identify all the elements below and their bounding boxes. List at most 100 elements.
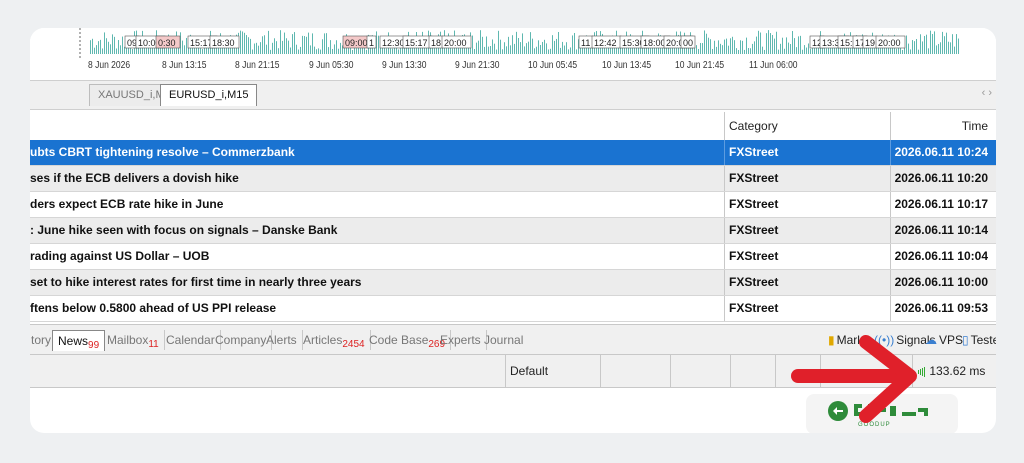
volume-bar: [278, 48, 279, 54]
volume-bar: [506, 46, 507, 54]
volume-bar: [232, 47, 233, 54]
tab-mailbox[interactable]: Mailbox11: [102, 330, 165, 350]
session-marker-label: 12:30: [382, 38, 405, 48]
volume-bar: [714, 40, 715, 54]
volume-bar: [252, 49, 253, 54]
tab-label: Mailbox: [107, 333, 149, 347]
volume-bar: [270, 49, 271, 54]
volume-bar: [486, 36, 487, 54]
volume-bar: [942, 31, 943, 54]
volume-bar: [540, 44, 541, 54]
volume-bar: [90, 40, 91, 54]
tab-label: Journal: [484, 333, 524, 347]
news-row[interactable]: ftens below 0.5800 ahead of US PPI relea…: [30, 296, 996, 322]
volume-bar: [822, 48, 823, 54]
news-row[interactable]: : June hike seen with focus on signals –…: [30, 218, 996, 244]
tab-journal[interactable]: Journal: [479, 330, 528, 350]
volume-bar: [92, 38, 93, 54]
volume-bar: [524, 46, 525, 54]
volume-bar: [94, 47, 95, 54]
volume-bar: [924, 35, 925, 54]
volume-bar: [312, 33, 313, 54]
volume-bar: [488, 46, 489, 54]
news-category: FXStreet: [724, 140, 890, 165]
volume-bar: [174, 48, 175, 54]
volume-bar: [946, 32, 947, 54]
profile-name[interactable]: Default: [505, 355, 602, 387]
volume-bar: [98, 41, 99, 54]
column-header-time[interactable]: Time: [890, 112, 996, 140]
session-marker-label: 15:17: [190, 38, 213, 48]
volume-bar: [324, 33, 325, 54]
price-chart[interactable]: 09 10:00 0:30 15:17 18:30 09:00 1 12:30 15:17 18 2…: [30, 28, 996, 80]
volume-bar: [916, 39, 917, 54]
session-marker-label: 00: [683, 38, 693, 48]
status-divider: [600, 355, 601, 387]
session-marker: 18: [428, 35, 444, 49]
volume-bar: [758, 30, 759, 54]
market-button[interactable]: ▮ Mark: [828, 330, 863, 350]
volume-bar: [182, 40, 183, 54]
volume-bar: [570, 47, 571, 54]
session-marker-label: 18: [431, 38, 441, 48]
volume-bar: [304, 36, 305, 54]
time-tick: 9 Jun 05:30: [309, 60, 354, 71]
volume-bar: [568, 49, 569, 54]
tester-button[interactable]: ▯ Teste: [962, 330, 996, 350]
news-table: Category Time ubts CBRT tightening resol…: [30, 112, 996, 322]
tab-label: Calendar: [166, 333, 215, 347]
vps-label: VPS: [939, 333, 964, 347]
volume-bar: [920, 34, 921, 54]
volume-bar: [100, 39, 101, 54]
volume-bar: [784, 48, 785, 54]
volume-bar: [558, 31, 559, 54]
volume-bar: [336, 40, 337, 54]
tab-alerts[interactable]: Alerts: [261, 330, 303, 350]
volume-bar: [932, 34, 933, 54]
volume-bar: [734, 40, 735, 54]
time-tick: 9 Jun 21:30: [455, 60, 500, 71]
volume-bar: [740, 40, 741, 54]
news-title: : June hike seen with focus on signals –…: [30, 223, 338, 237]
news-row[interactable]: rading against US Dollar – UOB FXStreet …: [30, 244, 996, 270]
news-time: 2026.06.11 09:53: [890, 296, 996, 321]
volume-bar: [320, 49, 321, 54]
news-row[interactable]: ders expect ECB rate hike in June FXStre…: [30, 192, 996, 218]
cloud-icon: ☁: [925, 333, 937, 347]
tab-articles[interactable]: Articles2454: [298, 330, 371, 350]
volume-bar: [520, 42, 521, 54]
volume-bar: [908, 43, 909, 54]
volume-bar: [766, 33, 767, 54]
volume-bar: [912, 40, 913, 54]
tab-scroll-arrows-icon[interactable]: ‹ ›: [982, 87, 992, 99]
volume-bar: [550, 48, 551, 54]
volume-bar: [512, 35, 513, 54]
volume-bar: [552, 35, 553, 54]
volume-bar: [528, 41, 529, 54]
connection-status[interactable]: 133.62 ms: [918, 355, 985, 387]
session-marker-label: 0:30: [158, 38, 176, 48]
status-divider: [670, 355, 671, 387]
volume-bar: [712, 48, 713, 54]
session-marker: 19: [862, 35, 878, 49]
volume-bar: [390, 48, 391, 54]
session-marker: 18:30: [209, 35, 240, 49]
volume-bar: [722, 45, 723, 54]
chart-tab-eurusd[interactable]: EURUSD_i,M15: [160, 84, 258, 106]
news-row[interactable]: ses if the ECB delivers a dovish hike FX…: [30, 166, 996, 192]
tab-news[interactable]: News99: [52, 330, 106, 351]
logo-text: GOODUP: [858, 422, 891, 428]
volume-bar: [922, 41, 923, 54]
volume-bar: [762, 46, 763, 54]
news-row[interactable]: set to hike interest rates for first tim…: [30, 270, 996, 296]
column-header-category[interactable]: Category: [724, 112, 890, 140]
signals-icon: ((•)): [874, 333, 895, 347]
vps-button[interactable]: ☁ VPS: [925, 330, 963, 350]
news-row[interactable]: ubts CBRT tightening resolve – Commerzba…: [30, 140, 996, 166]
toolbox-tab-bar: tory News99 Mailbox11 Calendar Company A…: [30, 324, 996, 355]
volume-bar: [546, 43, 547, 54]
session-marker-label: 09:00: [345, 38, 368, 48]
volume-bar: [572, 35, 573, 54]
volume-bar: [298, 49, 299, 54]
status-divider: [730, 355, 731, 387]
